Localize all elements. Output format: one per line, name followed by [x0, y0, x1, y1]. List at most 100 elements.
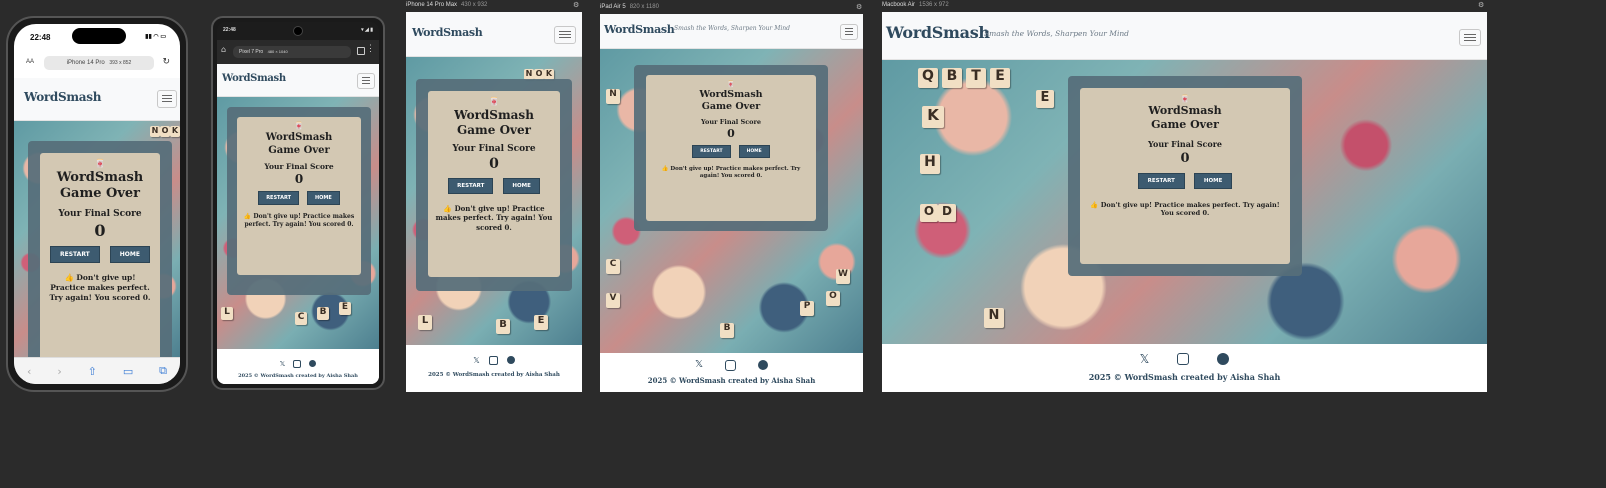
score-label: Your Final Score — [264, 162, 334, 171]
restart-button[interactable]: RESTART — [258, 191, 299, 205]
facebook-icon[interactable] — [758, 360, 769, 370]
encouragement-message: 👍 Don't give up! Practice makes perfect.… — [46, 273, 154, 303]
message-text: Don't give up! Practice makes perfect. T… — [1100, 200, 1280, 218]
encouragement-message: 👍 Don't give up! Practice makes perfect.… — [243, 213, 355, 229]
card-title-line2: Game Over — [457, 123, 531, 137]
letter-tile: P — [800, 301, 814, 316]
device-settings-icon[interactable]: ⚙ — [856, 3, 862, 11]
letter-tile: L — [418, 315, 432, 330]
url-bar[interactable]: iPhone 14 Pro 393 x 852 — [44, 56, 154, 70]
pixel-7-pro-screen: 22:48 ▾ ◢ ▮ ⌂ Pixel 7 Pro 480 × 1040 ⋮ W… — [217, 22, 379, 384]
tab-count-icon[interactable] — [357, 47, 365, 55]
chrome-url-row: ⌂ Pixel 7 Pro 480 × 1040 ⋮ — [217, 40, 379, 64]
menu-toggle-button[interactable] — [357, 73, 375, 89]
letter-tile: B — [942, 68, 962, 88]
score-label: Your Final Score — [700, 117, 762, 126]
home-button[interactable]: HOME — [306, 191, 340, 205]
forward-icon[interactable]: › — [57, 365, 61, 378]
score-label: Your Final Score — [452, 144, 536, 154]
instagram-icon[interactable] — [725, 360, 737, 371]
site-logo[interactable]: WordSmash — [604, 23, 675, 36]
x-icon[interactable]: 𝕏 — [280, 360, 286, 368]
url-bar-dims: 393 x 852 — [109, 60, 132, 66]
footer-copyright: 2025 © WordSmash created by Aisha Shah — [1088, 372, 1281, 382]
restart-button[interactable]: RESTART — [50, 245, 100, 263]
device-dims: 430 x 932 — [461, 2, 488, 8]
share-icon[interactable]: ⇧ — [88, 365, 97, 378]
letter-tile: Q — [918, 68, 938, 88]
card-title-line1: WordSmash — [699, 89, 763, 100]
game-emoji: 🀄 — [727, 81, 735, 88]
restart-button[interactable]: RESTART — [692, 144, 731, 158]
signal-icons: ▮▮ ◠ ▭ — [145, 34, 166, 40]
site-logo[interactable]: WordSmash — [886, 23, 990, 42]
letter-tile: C — [295, 312, 307, 325]
menu-toggle-button[interactable] — [1459, 29, 1481, 46]
home-button[interactable]: HOME — [1193, 172, 1233, 189]
game-over-card-frame: 🀄 WordSmash Game Over Your Final Score 0… — [634, 65, 828, 231]
device-dims: 1536 x 972 — [919, 2, 949, 8]
game-over-card-frame: 🀄 WordSmash Game Over Your Final Score 0… — [1068, 76, 1302, 276]
game-over-card: 🀄 WordSmash Game Over Your Final Score 0… — [40, 153, 160, 357]
ipad-air-screen: WordSmash Smash the Words, Sharpen Your … — [600, 14, 863, 392]
x-icon[interactable]: 𝕏 — [695, 359, 703, 371]
card-title-line1: WordSmash — [454, 108, 534, 122]
message-text: Don't give up! Practice makes perfect. T… — [244, 213, 355, 229]
url-bar[interactable]: Pixel 7 Pro 480 × 1040 — [233, 46, 351, 58]
site-header: WordSmash — [217, 64, 379, 97]
card-buttons: RESTART HOME — [1080, 172, 1290, 189]
letter-tile: E — [990, 68, 1010, 88]
device-name: Macbook Air — [882, 2, 916, 8]
encouragement-message: 👍 Don't give up! Practice makes perfect.… — [654, 166, 808, 181]
site-logo[interactable]: WordSmash — [24, 90, 101, 104]
device-settings-icon[interactable]: ⚙ — [1478, 1, 1484, 9]
tabs-icon[interactable]: ⧉ — [159, 364, 167, 378]
site-footer: 𝕏 2025 © WordSmash created by Aisha Shah — [406, 346, 582, 392]
facebook-icon[interactable] — [506, 356, 515, 364]
site-logo[interactable]: WordSmash — [412, 26, 483, 39]
instagram-icon[interactable] — [293, 360, 302, 368]
restart-button[interactable]: RESTART — [448, 178, 494, 194]
thumbs-up-icon: 👍 — [443, 204, 453, 213]
back-icon[interactable]: ‹ — [27, 365, 31, 378]
restart-button[interactable]: RESTART — [1137, 172, 1185, 189]
safari-url-row: AA iPhone 14 Pro 393 x 852 ↻ — [14, 54, 180, 74]
menu-toggle-button[interactable] — [840, 24, 858, 40]
x-icon[interactable]: 𝕏 — [473, 356, 479, 365]
site-header: WordSmash Smash the Words, Sharpen Your … — [882, 12, 1487, 60]
instagram-icon[interactable] — [488, 356, 498, 365]
game-over-card: 🀄 WordSmash Game Over Your Final Score 0… — [237, 117, 361, 275]
home-button[interactable]: HOME — [738, 144, 770, 158]
message-text: Don't give up! Practice makes perfect. T… — [435, 204, 553, 232]
facebook-icon[interactable] — [309, 360, 317, 367]
site-header: WordSmash — [406, 12, 582, 57]
game-over-card-frame: 🀄 WordSmash Game Over Your Final Score 0… — [416, 79, 572, 291]
site-footer: 𝕏 2025 © WordSmash created by Aisha Shah — [882, 345, 1487, 392]
x-icon[interactable]: 𝕏 — [1140, 352, 1150, 366]
hero-background: N O K L B E 🀄 WordSmash Game Over Your F… — [406, 57, 582, 345]
thumbs-up-icon: 👍 — [1090, 200, 1099, 209]
status-icons: ▾ ◢ ▮ — [361, 27, 373, 33]
reload-icon[interactable]: ↻ — [162, 57, 170, 67]
card-title-line2: Game Over — [59, 186, 141, 202]
menu-toggle-button[interactable] — [157, 90, 177, 108]
hero-background: L B E C 🀄 WordSmash Game Over Your Final… — [217, 97, 379, 349]
menu-toggle-button[interactable] — [554, 26, 576, 44]
score-label: Your Final Score — [58, 208, 142, 219]
home-button[interactable]: HOME — [503, 178, 540, 194]
device-settings-icon[interactable]: ⚙ — [573, 1, 579, 9]
letter-tile: E — [1036, 90, 1054, 108]
chrome-menu-icon[interactable]: ⋮ — [366, 44, 375, 54]
font-size-control[interactable]: AA — [26, 59, 34, 65]
thumbs-up-icon: 👍 — [661, 165, 669, 172]
score-label: Your Final Score — [1148, 138, 1222, 149]
home-button[interactable]: HOME — [109, 245, 150, 263]
bookmarks-icon[interactable]: ▭ — [123, 365, 133, 378]
macbook-air-screen: WordSmash Smash the Words, Sharpen Your … — [882, 12, 1487, 392]
game-over-card-frame: 🀄 WordSmash Game Over Your Final Score 0… — [227, 107, 371, 295]
letter-tile: C — [606, 259, 620, 274]
instagram-icon[interactable] — [1177, 353, 1190, 365]
site-logo[interactable]: WordSmash — [222, 73, 286, 84]
home-icon[interactable]: ⌂ — [221, 45, 226, 54]
facebook-icon[interactable] — [1217, 353, 1230, 365]
